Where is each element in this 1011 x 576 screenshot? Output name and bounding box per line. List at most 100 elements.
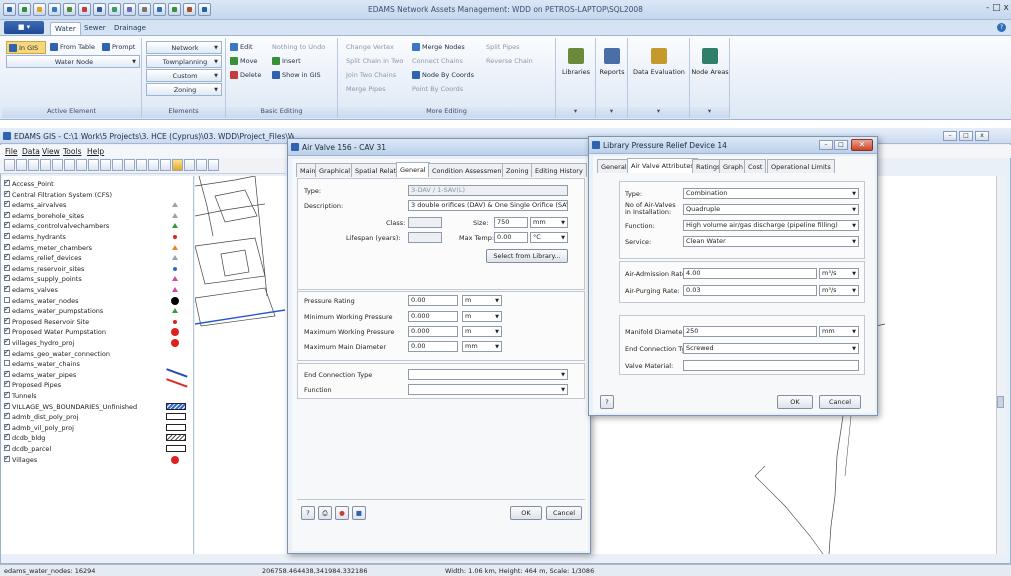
- select-from-library-button[interactable]: Select from Library...: [486, 249, 568, 263]
- layer-item[interactable]: Central Filtration System (CFS): [4, 188, 112, 200]
- pressure-rating-field[interactable]: 0.00: [408, 295, 458, 306]
- layer-checkbox[interactable]: [4, 188, 10, 198]
- pointer-icon[interactable]: [52, 159, 63, 171]
- layer-item[interactable]: VILLAGE_WS_BOUNDARIES_Unfinished: [4, 400, 137, 412]
- layer-item[interactable]: edams_borehole_sites: [4, 209, 84, 221]
- reverse-chain-button[interactable]: Reverse Chain: [484, 55, 550, 68]
- group-dropdown[interactable]: ▾: [628, 107, 689, 118]
- tab-air-valve-attributes[interactable]: Air Valve Attributes: [627, 158, 698, 173]
- description-field[interactable]: 3 double orifices (DAV) & One Single Ori…: [408, 200, 568, 211]
- end-connection-select[interactable]: Screwed: [683, 343, 859, 354]
- layer-checkbox[interactable]: [4, 304, 10, 314]
- layer-item[interactable]: edams_airvalves: [4, 198, 66, 210]
- class-field[interactable]: [408, 217, 442, 228]
- merge-nodes-button[interactable]: Merge Nodes: [410, 41, 476, 54]
- layer-item[interactable]: edams_relief_devices: [4, 251, 82, 263]
- scroll-thumb[interactable]: [997, 396, 1004, 408]
- insert-button[interactable]: Insert: [270, 55, 336, 68]
- layer-item[interactable]: Proposed Reservoir Site: [4, 315, 89, 327]
- layer-item[interactable]: admb_dist_poly_proj: [4, 410, 78, 422]
- layer-checkbox[interactable]: [4, 389, 10, 399]
- from-table-button[interactable]: From Table: [48, 41, 98, 54]
- layer-item[interactable]: villages_hydro_proj: [4, 336, 74, 348]
- layer-item[interactable]: Access_Point: [4, 177, 54, 189]
- layer-item[interactable]: edams_geo_water_connection: [4, 347, 110, 359]
- print-icon[interactable]: ⎙: [318, 506, 332, 520]
- tab-cost[interactable]: Cost: [744, 159, 767, 173]
- tab-editing-history[interactable]: Editing History: [531, 163, 587, 177]
- layer-item[interactable]: edams_valves: [4, 283, 58, 295]
- no-air-valves-select[interactable]: Quadruple: [683, 204, 859, 215]
- prompt-button[interactable]: Prompt: [100, 41, 140, 54]
- layer-checkbox[interactable]: [4, 336, 10, 346]
- function-select[interactable]: [408, 384, 568, 395]
- layer-checkbox[interactable]: [4, 198, 10, 208]
- min-working-pressure-unit[interactable]: m: [462, 311, 502, 322]
- layer-item[interactable]: admb_vil_poly_proj: [4, 421, 74, 433]
- layer-item[interactable]: edams_reservoir_sites: [4, 262, 84, 274]
- zoom-layer-icon[interactable]: [136, 159, 147, 171]
- max-working-pressure-field[interactable]: 0.000: [408, 326, 458, 337]
- layer-item[interactable]: edams_hydrants: [4, 230, 66, 242]
- type-field[interactable]: 3-DAV / 1-SAV(L): [408, 185, 568, 196]
- service-select[interactable]: Clean Water: [683, 236, 859, 247]
- cancel-button[interactable]: Cancel: [819, 395, 861, 409]
- layer-item[interactable]: edams_water_pumpstations: [4, 304, 103, 316]
- layer-checkbox[interactable]: [4, 177, 10, 187]
- air-admission-unit[interactable]: m³/s: [819, 268, 859, 279]
- zoom-in-icon[interactable]: [100, 159, 111, 171]
- max-working-pressure-unit[interactable]: m: [462, 326, 502, 337]
- node-by-coords-button[interactable]: Node By Coords: [410, 69, 476, 82]
- group-dropdown[interactable]: ▾: [596, 107, 627, 118]
- help-icon[interactable]: ?: [600, 395, 614, 409]
- reports-button[interactable]: Reports: [597, 44, 627, 104]
- info-icon[interactable]: [88, 159, 99, 171]
- menu-view[interactable]: View: [42, 147, 60, 156]
- help-icon[interactable]: ?: [301, 506, 315, 520]
- new-icon[interactable]: [4, 159, 15, 171]
- active-element-select[interactable]: Water Node ▼: [6, 55, 140, 68]
- layer-checkbox[interactable]: [4, 230, 10, 240]
- air-purging-unit[interactable]: m³/s: [819, 285, 859, 296]
- join-chains-button[interactable]: Join Two Chains: [344, 69, 404, 82]
- map-vertical-scrollbar[interactable]: [996, 176, 1005, 554]
- lifespan-field[interactable]: [408, 232, 442, 243]
- move-button[interactable]: Move: [228, 55, 268, 68]
- layer-checkbox[interactable]: [4, 283, 10, 293]
- max-main-diameter-field[interactable]: 0.00: [408, 341, 458, 352]
- max-temp-field[interactable]: 0.00: [494, 232, 528, 243]
- tab-graph[interactable]: Graph: [719, 159, 747, 173]
- layer-item[interactable]: edams_controlvalvechambers: [4, 219, 109, 231]
- window-controls[interactable]: - □ x: [986, 3, 1009, 13]
- print-icon[interactable]: [40, 159, 51, 171]
- ok-button[interactable]: OK: [777, 395, 813, 409]
- change-vertex-button[interactable]: Change Vertex: [344, 41, 404, 54]
- layer-item[interactable]: Proposed Pipes: [4, 378, 61, 390]
- size-field[interactable]: 750: [494, 217, 528, 228]
- highlight-icon[interactable]: [172, 159, 183, 171]
- layer-checkbox[interactable]: [4, 378, 10, 388]
- measure-icon[interactable]: [196, 159, 207, 171]
- tab-graphical[interactable]: Graphical: [315, 163, 355, 177]
- layer-item[interactable]: Villages: [4, 453, 37, 465]
- layer-checkbox[interactable]: [4, 347, 10, 357]
- layer-checkbox[interactable]: [4, 209, 10, 219]
- point-by-coords-button[interactable]: Point By Coords: [410, 83, 476, 96]
- layer-checkbox[interactable]: [4, 241, 10, 251]
- connect-chains-button[interactable]: Connect Chains: [410, 55, 476, 68]
- cancel-button[interactable]: Cancel: [546, 506, 582, 520]
- layer-checkbox[interactable]: [4, 296, 10, 303]
- layer-checkbox[interactable]: [4, 325, 10, 335]
- menu-file[interactable]: File: [5, 147, 18, 156]
- layer-item[interactable]: edams_water_pipes: [4, 368, 76, 380]
- split-chain-button[interactable]: Split Chain in Two: [344, 55, 404, 68]
- zoom-prev-icon[interactable]: [148, 159, 159, 171]
- group-dropdown[interactable]: ▾: [556, 107, 595, 118]
- pan-icon[interactable]: [76, 159, 87, 171]
- max-main-diameter-unit[interactable]: mm: [462, 341, 502, 352]
- layer-checkbox[interactable]: [4, 262, 10, 272]
- tab-general[interactable]: General: [597, 159, 631, 173]
- minimize-icon[interactable]: –: [943, 131, 957, 141]
- close-icon[interactable]: ✕: [851, 139, 873, 151]
- menu-tools[interactable]: Tools: [63, 147, 81, 156]
